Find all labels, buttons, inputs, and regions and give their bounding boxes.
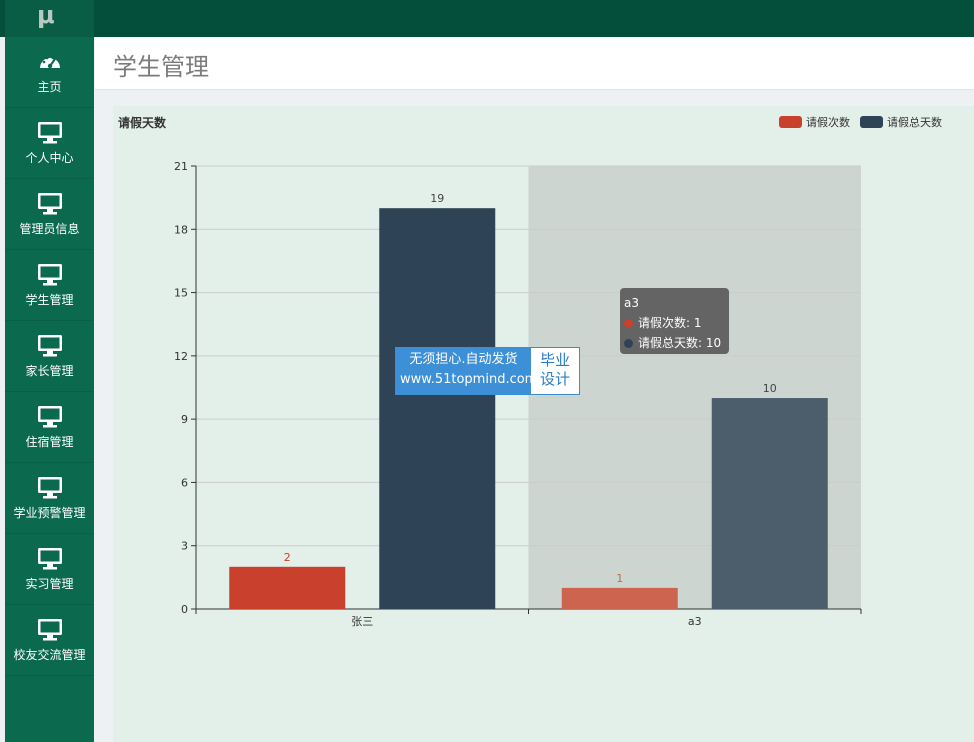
y-tick-label: 0 [181,603,188,616]
bar-value-label: 10 [763,382,777,395]
sidebar: μ 主页个人中心管理员信息学生管理家长管理住宿管理学业预警管理 实习管理校友交流管… [5,0,94,742]
bar-value-label: 2 [284,551,291,564]
watermark-right-2: 设计 [539,370,570,388]
tooltip-dot-2 [624,339,633,348]
watermark-left: 无须担心.自动发货 www.51topmind.com [396,348,538,394]
sidebar-item-internship-mgmt[interactable]: 实习管理 [5,534,94,605]
dashboard-icon [39,56,60,68]
watermark-right: 毕业 设计 [531,348,579,394]
sidebar-item-label: 主页 [37,79,62,94]
chart-tooltip: a3 请假次数: 1 请假总天数: 10 [620,288,729,354]
tooltip-dot-1 [624,319,633,328]
sidebar-item-label: 家长管理 [25,363,74,378]
tooltip-title: a3 [624,296,639,310]
sidebar-item-home[interactable]: 主页 [5,37,94,108]
monitor-icon [37,405,62,427]
sidebar-item-admin-info[interactable]: 管理员信息 [5,179,94,250]
tooltip-row-2: 请假总天数: 10 [624,333,725,353]
watermark-line-2: www.51topmind.com [400,372,538,387]
sidebar-item-label: 校友交流管理 [13,647,86,662]
sidebar-item-academic-warning[interactable]: 学业预警管理 [5,463,94,534]
sidebar-item-label: 住宿管理 [25,434,74,449]
tooltip-row-1-text: 请假次数: 1 [638,316,702,330]
monitor-icon [37,192,62,214]
sidebar-item-label: 学业预警管理 [13,505,86,520]
sidebar-item-label: 实习管理 [25,576,74,591]
monitor-icon [37,121,62,143]
watermark-line-1: 无须担心.自动发货 [409,352,518,367]
bar [711,398,828,609]
page-header: 学生管理 [95,37,974,90]
page-title: 学生管理 [113,53,209,81]
monitor-icon [37,476,62,498]
bar [229,566,346,609]
x-tick-label: a3 [688,615,702,628]
chart-panel: 请假天数 请假次数 请假总天数 0 3 6 9 12 15 18 21 2 19 张三 1 10 a3 a… [113,106,974,742]
sidebar-item-label: 个人中心 [25,150,74,165]
bar [561,587,678,609]
sidebar-item-profile[interactable]: 个人中心 [5,108,94,179]
tooltip-row-2-text: 请假总天数: 10 [638,336,722,350]
top-bar [0,0,974,37]
y-tick-label: 18 [174,223,188,236]
y-tick-label: 12 [174,350,188,363]
sidebar-item-label: 管理员信息 [19,221,80,236]
watermark-badge: 无须担心.自动发货 www.51topmind.com 毕业 设计 [395,347,580,395]
monitor-icon [37,263,62,285]
bar-chart: 0 3 6 9 12 15 18 21 2 19 张三 1 10 a3 [174,160,862,628]
monitor-icon [37,547,62,569]
bar-value-label: 19 [430,192,444,205]
sidebar-item-parent-mgmt[interactable]: 家长管理 [5,321,94,392]
y-tick-label: 3 [181,540,188,553]
bar [379,208,496,609]
y-tick-label: 6 [181,476,188,489]
monitor-icon [37,618,62,640]
app-logo: μ [5,0,94,37]
tooltip-row-1: 请假次数: 1 [624,313,725,333]
y-tick-label: 9 [181,413,188,426]
sidebar-item-student-mgmt[interactable]: 学生管理 [5,250,94,321]
bar-value-label: 1 [616,572,623,585]
watermark-right-1: 毕业 [539,351,570,369]
sidebar-item-dorm-mgmt[interactable]: 住宿管理 [5,392,94,463]
sidebar-item-alumni-mgmt[interactable]: 校友交流管理 [5,605,94,676]
monitor-icon [37,334,62,356]
y-tick-label: 21 [174,160,188,173]
x-tick-label: 张三 [351,615,373,628]
sidebar-item-label: 学生管理 [25,292,74,307]
y-tick-label: 15 [174,287,188,300]
